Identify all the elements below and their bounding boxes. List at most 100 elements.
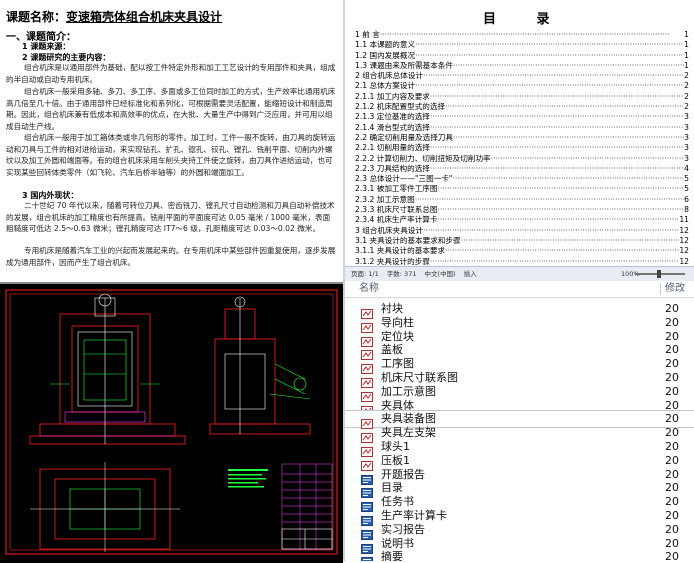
toc-line-title: 1.2 国内发展概况	[355, 50, 416, 60]
toc-line-leader: ········································…	[460, 235, 680, 245]
dwg-file-icon	[361, 401, 373, 416]
dwg-file-icon	[361, 414, 373, 430]
dwg-file-icon	[361, 345, 373, 361]
toc-line: 2.1.4 滑台型式的选择 ···························…	[355, 123, 689, 133]
toc-line-page: 4	[684, 163, 689, 173]
toc-line-leader: ········································…	[429, 143, 684, 153]
file-name[interactable]: 摘要	[381, 550, 403, 561]
toc-line-leader: ········································…	[445, 102, 685, 112]
toc-line-leader: ········································…	[437, 215, 680, 225]
word-document-icon	[361, 552, 373, 561]
toc-line: 2.1.2 机床配置型式的选择 ·························…	[355, 102, 689, 112]
toc-line-page: 1	[684, 50, 689, 60]
language: 中文(中国)	[424, 270, 456, 278]
dwg-file-icon	[361, 373, 373, 388]
insert-mode[interactable]: 插入	[464, 270, 477, 278]
toc-line-title: 2.3.1 被加工零件工序图	[355, 184, 438, 194]
status-bar: 页面: 1/1 字数: 371 中文(中国) 插入 100%	[345, 266, 694, 281]
toc-line-leader: ········································…	[490, 153, 685, 163]
dwg-file-icon	[361, 442, 373, 457]
toc-line-page: 3	[684, 122, 689, 132]
word-document-icon	[361, 539, 373, 554]
toc-line-page: 3	[684, 153, 689, 163]
toc-line: 2.3.1 被加工零件工序图 ··························…	[355, 184, 689, 194]
file-modified: 20	[665, 550, 679, 561]
document-page: 课题名称：变速箱壳体组合机床夹具设计 一、课题简介： 1 课题来源： 2 课题研…	[0, 0, 343, 270]
toc-line-page: 3	[684, 112, 689, 122]
paragraph-4: 二十世纪 70 年代以来，随着可转位刀具、密齿铣刀、镗孔尺寸自动检测和刀具自动补…	[6, 201, 335, 233]
toc-line-leader: ········································…	[445, 246, 680, 256]
toc-line-title: 1 前 言	[355, 30, 380, 39]
toc-line-title: 2.3.3 机床尺寸联系总图	[355, 205, 438, 215]
toc-line-page: 3	[684, 143, 689, 153]
toc-heading: 目 录	[483, 12, 568, 27]
toc-line-page: 1	[684, 40, 689, 50]
toc-line-leader: ········································…	[415, 40, 685, 50]
word-document-icon	[361, 511, 373, 526]
toc-line: 2.2.2 计算切削力、切削扭矩及切削功率 ···················…	[355, 154, 689, 164]
toc-line-leader: ········································…	[429, 112, 684, 122]
toc-line-page: 12	[679, 225, 689, 235]
toc-line: 2 组合机床总体设计 ······························…	[355, 71, 689, 81]
toc-line-leader: ········································…	[429, 91, 684, 101]
column-name[interactable]: 名称	[359, 281, 379, 297]
toc-line-leader: ········································…	[437, 184, 685, 194]
dwg-file-icon	[361, 387, 373, 402]
toc-line-page: 11	[679, 215, 689, 225]
toc-line-page: 5	[684, 184, 689, 194]
toc-line-page: 6	[684, 194, 689, 204]
toc-line: 2.1 总体方案设计 ······························…	[355, 81, 689, 91]
column-divider[interactable]	[660, 283, 661, 295]
toc-line-title: 2.1.3 定位基准的选择	[355, 112, 430, 122]
dwg-file-icon	[361, 428, 373, 444]
toc-line-leader: ········································…	[452, 174, 685, 184]
toc-line-title: 1.1 本课题的意义	[355, 40, 416, 50]
page-count: 页面: 1/1	[351, 270, 379, 278]
toc-line-title: 2.1.2 机床配置型式的选择	[355, 102, 446, 112]
toc-line-leader: ········································…	[415, 81, 685, 91]
toc-line: 1 前 言 ···································…	[355, 30, 689, 40]
toc-line-page: 12	[679, 246, 689, 256]
word-document-icon	[361, 525, 373, 540]
toc-line: 2.2 确定切削用量及选择刀具 ·························…	[355, 133, 689, 143]
paragraph-2: 组合机床一般采用多轴、多刀、多工序、多面或多工位同时加工的方式，生产效率比通用机…	[6, 87, 336, 131]
toc-line: 1.1 本课题的意义 ······························…	[355, 40, 689, 50]
toc-line: 3 组合机床夹具设计 ······························…	[355, 226, 689, 236]
document-title: 课题名称：变速箱壳体组合机床夹具设计	[6, 8, 222, 25]
toc-line-title: 2.2.3 刀具结构的选择	[355, 163, 430, 173]
toc-line-title: 3.1 夹具设计的基本要求和步骤	[355, 235, 461, 245]
toc-line: 1.2 国内发展概况 ······························…	[355, 51, 689, 61]
toc-line-page: 2	[684, 102, 689, 112]
toc-line-page: 2	[684, 91, 689, 101]
toc-line-title: 2.3.4 机床生产率计算卡	[355, 215, 438, 225]
toc-line-leader: ········································…	[415, 50, 685, 60]
file-row[interactable]: 摘要 20	[345, 549, 694, 561]
toc-line-title: 3.1.1 夹具设计的基本要求	[355, 246, 446, 256]
toc-line-page: 3	[684, 132, 689, 142]
toc-line-title: 2.1 总体方案设计	[355, 81, 416, 91]
toc-line-leader: ········································…	[423, 71, 685, 81]
toc-line-leader: ········································…	[429, 122, 684, 132]
toc-line: 2.3.2 加工示意图 ·····························…	[355, 195, 689, 205]
toc-list: 1 前 言 ···································…	[355, 30, 689, 270]
toc-line: 3.1 夹具设计的基本要求和步骤 ························…	[355, 236, 689, 246]
paragraph-5: 专用机床是随着汽车工业的兴起而发展起来的。在专用机床中某些部件因重复使用，逐步发…	[6, 246, 336, 267]
file-list-header: 名称 修改	[345, 281, 694, 298]
toc-line-title: 2.3 总体设计——"三图一卡"	[355, 174, 453, 184]
toc-line-page: 12	[679, 235, 689, 245]
toc-line-leader: ········································…	[429, 163, 684, 173]
dwg-file-icon	[361, 318, 373, 333]
paragraph-3: 组合机床一般用于加工箱体类或非几何形的零件。加工时，工件一般不旋转，由刀具的旋转…	[6, 133, 336, 177]
subsection-source: 1 课题来源：	[22, 42, 71, 51]
toc-line-title: 2.1.4 滑台型式的选择	[355, 122, 430, 132]
dwg-file-icon	[361, 304, 373, 319]
toc-line: 2.3 总体设计——"三图一卡" ························…	[355, 174, 689, 184]
dwg-file-icon	[361, 359, 373, 375]
zoom-slider-knob[interactable]	[657, 270, 661, 278]
toc-line: 2.2.1 切削用量的选择 ···························…	[355, 143, 689, 153]
dwg-file-icon	[361, 332, 373, 347]
toc-line: 2.1.3 定位基准的选择 ···························…	[355, 112, 689, 122]
column-modified[interactable]: 修改	[665, 281, 685, 297]
toc-line: 2.3.3 机床尺寸联系总图 ··························…	[355, 205, 689, 215]
title-prefix: 课题名称：	[6, 10, 67, 24]
